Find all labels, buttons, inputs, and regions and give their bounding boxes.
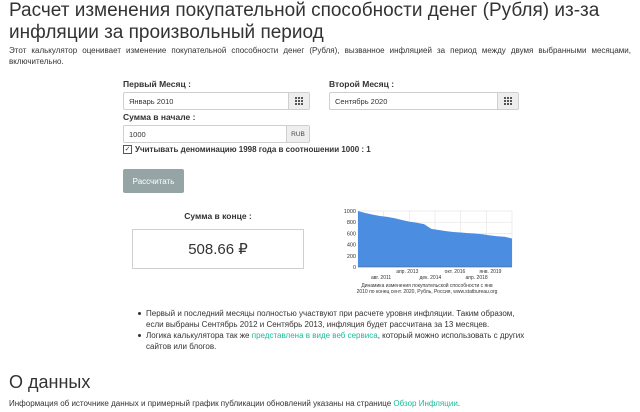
amount-field: RUB <box>123 125 310 143</box>
amount-input[interactable] <box>124 126 286 142</box>
amount-label: Сумма в начале : <box>123 112 196 122</box>
y-tick-label: 1000 <box>344 209 356 215</box>
web-service-link[interactable]: представлена в виде веб сервиса <box>252 331 378 340</box>
y-tick-label: 800 <box>347 220 356 226</box>
note-item: Первый и последний месяцы полностью учас… <box>138 308 526 330</box>
calendar-icon <box>295 97 303 105</box>
purchasing-power-chart: 1000 800 600 400 200 0 апр. 2013 окт. 2016 янв.… <box>336 205 518 281</box>
y-tick-label: 400 <box>347 243 356 249</box>
note-text-2a: Логика калькулятора так же <box>146 331 252 340</box>
result-value: 508.66 ₽ <box>132 229 304 269</box>
about-text-after: . <box>457 399 461 408</box>
denomination-option[interactable]: ✓ Учитывать деноминацию 1998 года в соот… <box>123 144 371 155</box>
calendar-icon <box>504 97 512 105</box>
about-data-text: Информация об источнике данных и примерн… <box>9 399 460 408</box>
denomination-checkbox-label: Учитывать деноминацию 1998 года в соотно… <box>135 145 371 154</box>
y-tick-label: 0 <box>353 265 356 271</box>
x-tick-label: окт. 2016 <box>445 269 466 275</box>
about-data-heading: О данных <box>9 372 91 392</box>
first-month-field <box>123 92 310 110</box>
y-tick-label: 600 <box>347 231 356 237</box>
x-tick-label: авг. 2011 <box>371 275 391 281</box>
chart-svg: 10008006004002000 апр. 2013 окт. 2016 янв.… <box>344 209 513 281</box>
intro-text: Этот калькулятор оценивает изменение пок… <box>9 46 631 66</box>
second-month-label: Второй Месяц : <box>329 79 395 89</box>
second-month-calendar-button[interactable] <box>497 93 518 109</box>
first-month-input[interactable] <box>124 93 288 109</box>
x-tick-label: дек. 2014 <box>419 275 441 281</box>
currency-addon: RUB <box>286 126 309 142</box>
note-text-1: Первый и последний месяцы полностью учас… <box>146 309 515 329</box>
first-month-label: Первый Месяц : <box>123 79 191 89</box>
about-text-before: Информация об источнике данных и примерн… <box>9 399 394 408</box>
second-month-field <box>329 92 519 110</box>
result-label: Сумма в конце : <box>184 211 252 221</box>
page-title: Расчет изменения покупательной способнос… <box>9 0 600 43</box>
second-month-input[interactable] <box>330 93 497 109</box>
denomination-checkbox[interactable]: ✓ <box>123 145 132 154</box>
chart-caption: Динамика изменения покупательской способ… <box>336 283 518 295</box>
checkbox-check-icon: ✓ <box>124 146 131 153</box>
x-tick-label: апр. 2013 <box>396 269 418 275</box>
calculate-button[interactable]: Рассчитать <box>123 169 184 193</box>
notes-list: Первый и последний месяцы полностью учас… <box>138 308 526 352</box>
x-tick-label: апр. 2018 <box>465 275 487 281</box>
first-month-calendar-button[interactable] <box>288 93 309 109</box>
note-item: Логика калькулятора так же представлена … <box>138 330 526 352</box>
chart-caption-line-2: 2010 по конец сент. 2020, Рубль, Россия,… <box>356 289 498 295</box>
inflation-overview-link[interactable]: Обзор Инфляции <box>393 399 457 408</box>
y-tick-label: 200 <box>347 254 356 260</box>
